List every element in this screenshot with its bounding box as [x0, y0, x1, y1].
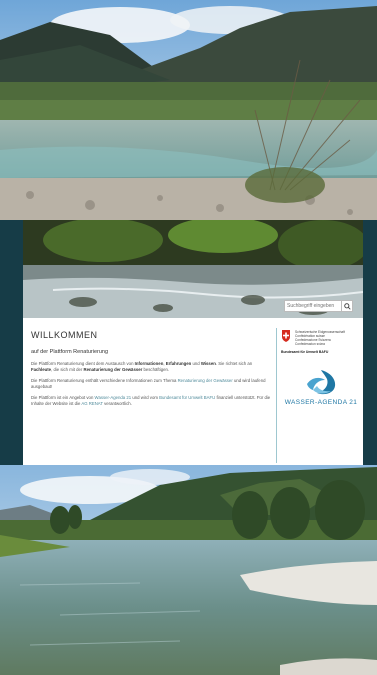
link-bafu[interactable]: Bundesamt für Umwelt BAFU — [159, 395, 215, 400]
sidebar: Schweizerische Eidgenossenschaft Confédé… — [281, 330, 361, 406]
welcome-section: WILLKOMMEN auf der Plattform Renaturieru… — [31, 330, 273, 412]
top-landscape-photo — [0, 0, 377, 220]
search-icon — [343, 302, 351, 310]
funding-paragraph: Die Plattform ist ein Angebot von Wasser… — [31, 395, 271, 406]
header-image — [23, 220, 363, 318]
search-bar — [284, 300, 353, 312]
intro-paragraph: Die Plattform Renaturierung dient dem Au… — [31, 361, 253, 372]
search-button[interactable] — [342, 300, 353, 312]
search-input[interactable] — [284, 300, 342, 312]
link-renaturierung[interactable]: Renaturierung der Gewässer — [178, 378, 233, 383]
bafu-label: Bundesamt für Umwelt BAFU — [281, 350, 329, 354]
page-title: WILLKOMMEN — [31, 330, 98, 340]
swiss-cross-icon — [282, 330, 290, 342]
content-area: WILLKOMMEN auf der Plattform Renaturieru… — [23, 318, 363, 465]
column-divider — [276, 328, 277, 463]
wasser-agenda-name: WASSER-AGENDA 21 — [284, 399, 358, 406]
content-paragraph: Die Plattform Renaturierung enthält vers… — [31, 378, 266, 389]
link-ag-renat[interactable]: AG RENAT — [81, 401, 103, 406]
page-subtitle: auf der Plattform Renaturierung — [31, 349, 109, 355]
confederation-emblem[interactable]: Schweizerische Eidgenossenschaft Confédé… — [281, 330, 361, 346]
bottom-landscape-photo — [0, 465, 377, 675]
confederation-names: Schweizerische Eidgenossenschaft Confédé… — [295, 330, 345, 346]
site-band: WILLKOMMEN auf der Plattform Renaturieru… — [0, 220, 377, 465]
water-drop-logo-icon — [307, 370, 336, 395]
wasser-agenda-logo[interactable]: WASSER-AGENDA 21 — [281, 368, 361, 406]
link-wasser-agenda[interactable]: Wasser-Agenda 21 — [95, 395, 132, 400]
website-frame: WILLKOMMEN auf der Plattform Renaturieru… — [23, 220, 363, 465]
